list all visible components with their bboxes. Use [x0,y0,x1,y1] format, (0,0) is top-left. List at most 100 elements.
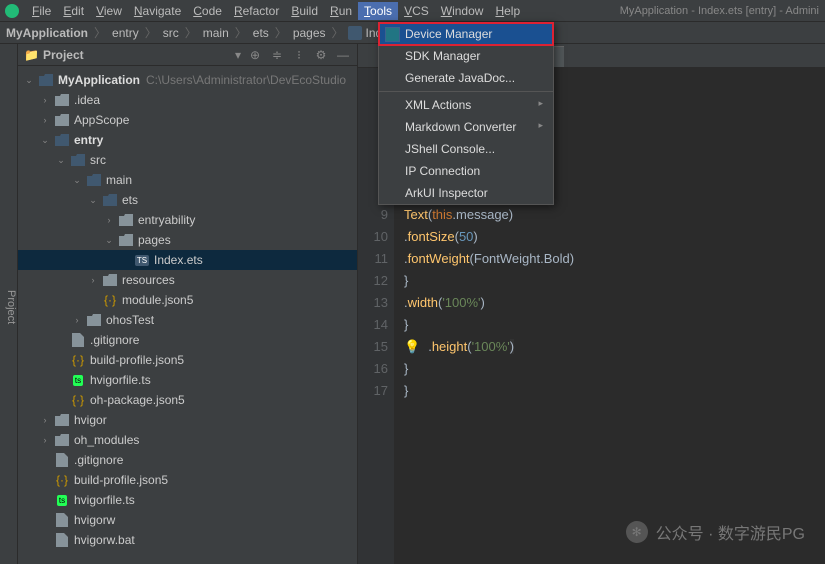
folder-blue-icon [86,172,102,188]
menu-item-device-manager[interactable]: Device Manager [379,23,553,45]
settings-icon[interactable]: ⚙ [313,47,329,63]
expand-icon[interactable]: ≑ [269,47,285,63]
tree-label: oh-package.json5 [90,393,185,407]
crumb-myapplication[interactable]: MyApplication [4,26,90,40]
chevron-icon[interactable]: › [40,435,50,445]
file-icon [54,512,70,528]
menu-refactor[interactable]: Refactor [228,2,285,20]
tree-label: oh_modules [74,433,139,447]
tree-node--gitignore[interactable]: .gitignore [18,450,357,470]
chevron-icon[interactable]: › [40,115,50,125]
menu-run[interactable]: Run [324,2,358,20]
chevron-icon[interactable]: › [40,95,50,105]
chevron-icon[interactable]: ⌄ [40,135,50,146]
code-line[interactable]: .fontSize(50) [404,226,825,248]
chevron-right-icon: ▸ [538,98,543,109]
menu-vcs[interactable]: VCS [398,2,435,20]
code-line[interactable]: Text(this.message) [404,204,825,226]
chevron-icon[interactable]: › [40,415,50,425]
menu-item-jshell-console-[interactable]: JShell Console... [379,138,553,160]
chevron-icon[interactable]: › [72,315,82,325]
menu-item-arkui-inspector[interactable]: ArkUI Inspector [379,182,553,204]
tree-node-index-ets[interactable]: TSIndex.ets [18,250,357,270]
code-line[interactable]: } [404,380,825,402]
chevron-icon[interactable]: ⌄ [104,235,114,246]
folder-icon [118,212,134,228]
collapse-icon[interactable]: ⁝ [291,47,307,63]
tools-menu-dropdown[interactable]: Device ManagerSDK ManagerGenerate JavaDo… [378,22,554,205]
tree-node-src[interactable]: ⌄src [18,150,357,170]
menu-file[interactable]: File [26,2,57,20]
chevron-icon[interactable]: › [88,275,98,285]
tree-node-myapplication[interactable]: ⌄MyApplicationC:\Users\Administrator\Dev… [18,70,357,90]
chevron-icon[interactable]: ⌄ [88,195,98,206]
menu-item-generate-javadoc-[interactable]: Generate JavaDoc... [379,67,553,89]
tree-node-main[interactable]: ⌄main [18,170,357,190]
menu-item-sdk-manager[interactable]: SDK Manager [379,45,553,67]
tree-node-entry[interactable]: ⌄ entry [18,130,357,150]
tree-node-hvigor[interactable]: › hvigor [18,410,357,430]
tree-node--gitignore[interactable]: .gitignore [18,330,357,350]
watermark: ✻ 公众号 · 数字游民PG [626,520,805,544]
menu-build[interactable]: Build [285,2,324,20]
code-line[interactable]: 💡.height('100%') [404,336,825,358]
code-line[interactable]: .width('100%') [404,292,825,314]
tree-node-ets[interactable]: ⌄ets [18,190,357,210]
tree-node-resources[interactable]: ›resources [18,270,357,290]
file-icon [70,332,86,348]
code-line[interactable]: } [404,358,825,380]
menu-item-ip-connection[interactable]: IP Connection [379,160,553,182]
tree-node-hvigorfile-ts[interactable]: tshvigorfile.ts [18,490,357,510]
crumb-pages[interactable]: pages [291,26,328,40]
menu-code[interactable]: Code [187,2,228,20]
tree-label: module.json5 [122,293,193,307]
chevron-icon[interactable]: ⌄ [72,175,82,186]
tree-node-ohostest[interactable]: ›ohosTest [18,310,357,330]
tree-node-pages[interactable]: ⌄pages [18,230,357,250]
menu-navigate[interactable]: Navigate [128,2,187,20]
menu-item-markdown-converter[interactable]: Markdown Converter▸ [379,116,553,138]
menu-tools[interactable]: Tools [358,2,398,20]
chevron-icon[interactable]: › [104,215,114,225]
crumb-main[interactable]: main [201,26,231,40]
tree-node-entryability[interactable]: ›entryability [18,210,357,230]
tree-label: hvigorw.bat [74,533,135,547]
chevron-icon[interactable]: ⌄ [24,75,34,86]
tree-node-build-profile-json5[interactable]: {·}build-profile.json5 [18,470,357,490]
tree-node-oh-modules[interactable]: › oh_modules [18,430,357,450]
locate-icon[interactable]: ⊕ [247,47,263,63]
tree-node-module-json5[interactable]: {·}module.json5 [18,290,357,310]
crumb-ets[interactable]: ets [251,26,271,40]
menu-item-xml-actions[interactable]: XML Actions▸ [379,94,553,116]
tree-node-hvigorfile-ts[interactable]: tshvigorfile.ts [18,370,357,390]
tree-node-hvigorw-bat[interactable]: hvigorw.bat [18,530,357,550]
line-number: 15 [358,336,388,358]
menu-help[interactable]: Help [489,2,526,20]
tree-label: Index.ets [154,253,203,267]
line-number: 10 [358,226,388,248]
tree-node-oh-package-json5[interactable]: {·}oh-package.json5 [18,390,357,410]
tree-label: build-profile.json5 [90,353,184,367]
tree-node-hvigorw[interactable]: hvigorw [18,510,357,530]
menu-edit[interactable]: Edit [57,2,90,20]
menu-window[interactable]: Window [435,2,490,20]
file-icon [54,452,70,468]
project-tree[interactable]: ⌄MyApplicationC:\Users\Administrator\Dev… [18,66,357,564]
crumb-entry[interactable]: entry [110,26,141,40]
tree-label: .idea [74,93,100,107]
hide-icon[interactable]: — [335,47,351,63]
tree-node-appscope[interactable]: ›AppScope [18,110,357,130]
menu-view[interactable]: View [90,2,128,20]
folder-blue-icon [54,132,70,148]
code-line[interactable]: } [404,314,825,336]
tree-node--idea[interactable]: › .idea [18,90,357,110]
side-tab-project[interactable]: Project [0,44,18,564]
tree-node-build-profile-json5[interactable]: {·}build-profile.json5 [18,350,357,370]
code-line[interactable]: } [404,270,825,292]
chevron-icon[interactable]: ⌄ [56,155,66,166]
tree-label: hvigor [74,413,107,427]
tree-label: entry [74,133,103,147]
tree-label: .gitignore [90,333,139,347]
code-line[interactable]: .fontWeight(FontWeight.Bold) [404,248,825,270]
crumb-src[interactable]: src [161,26,181,40]
